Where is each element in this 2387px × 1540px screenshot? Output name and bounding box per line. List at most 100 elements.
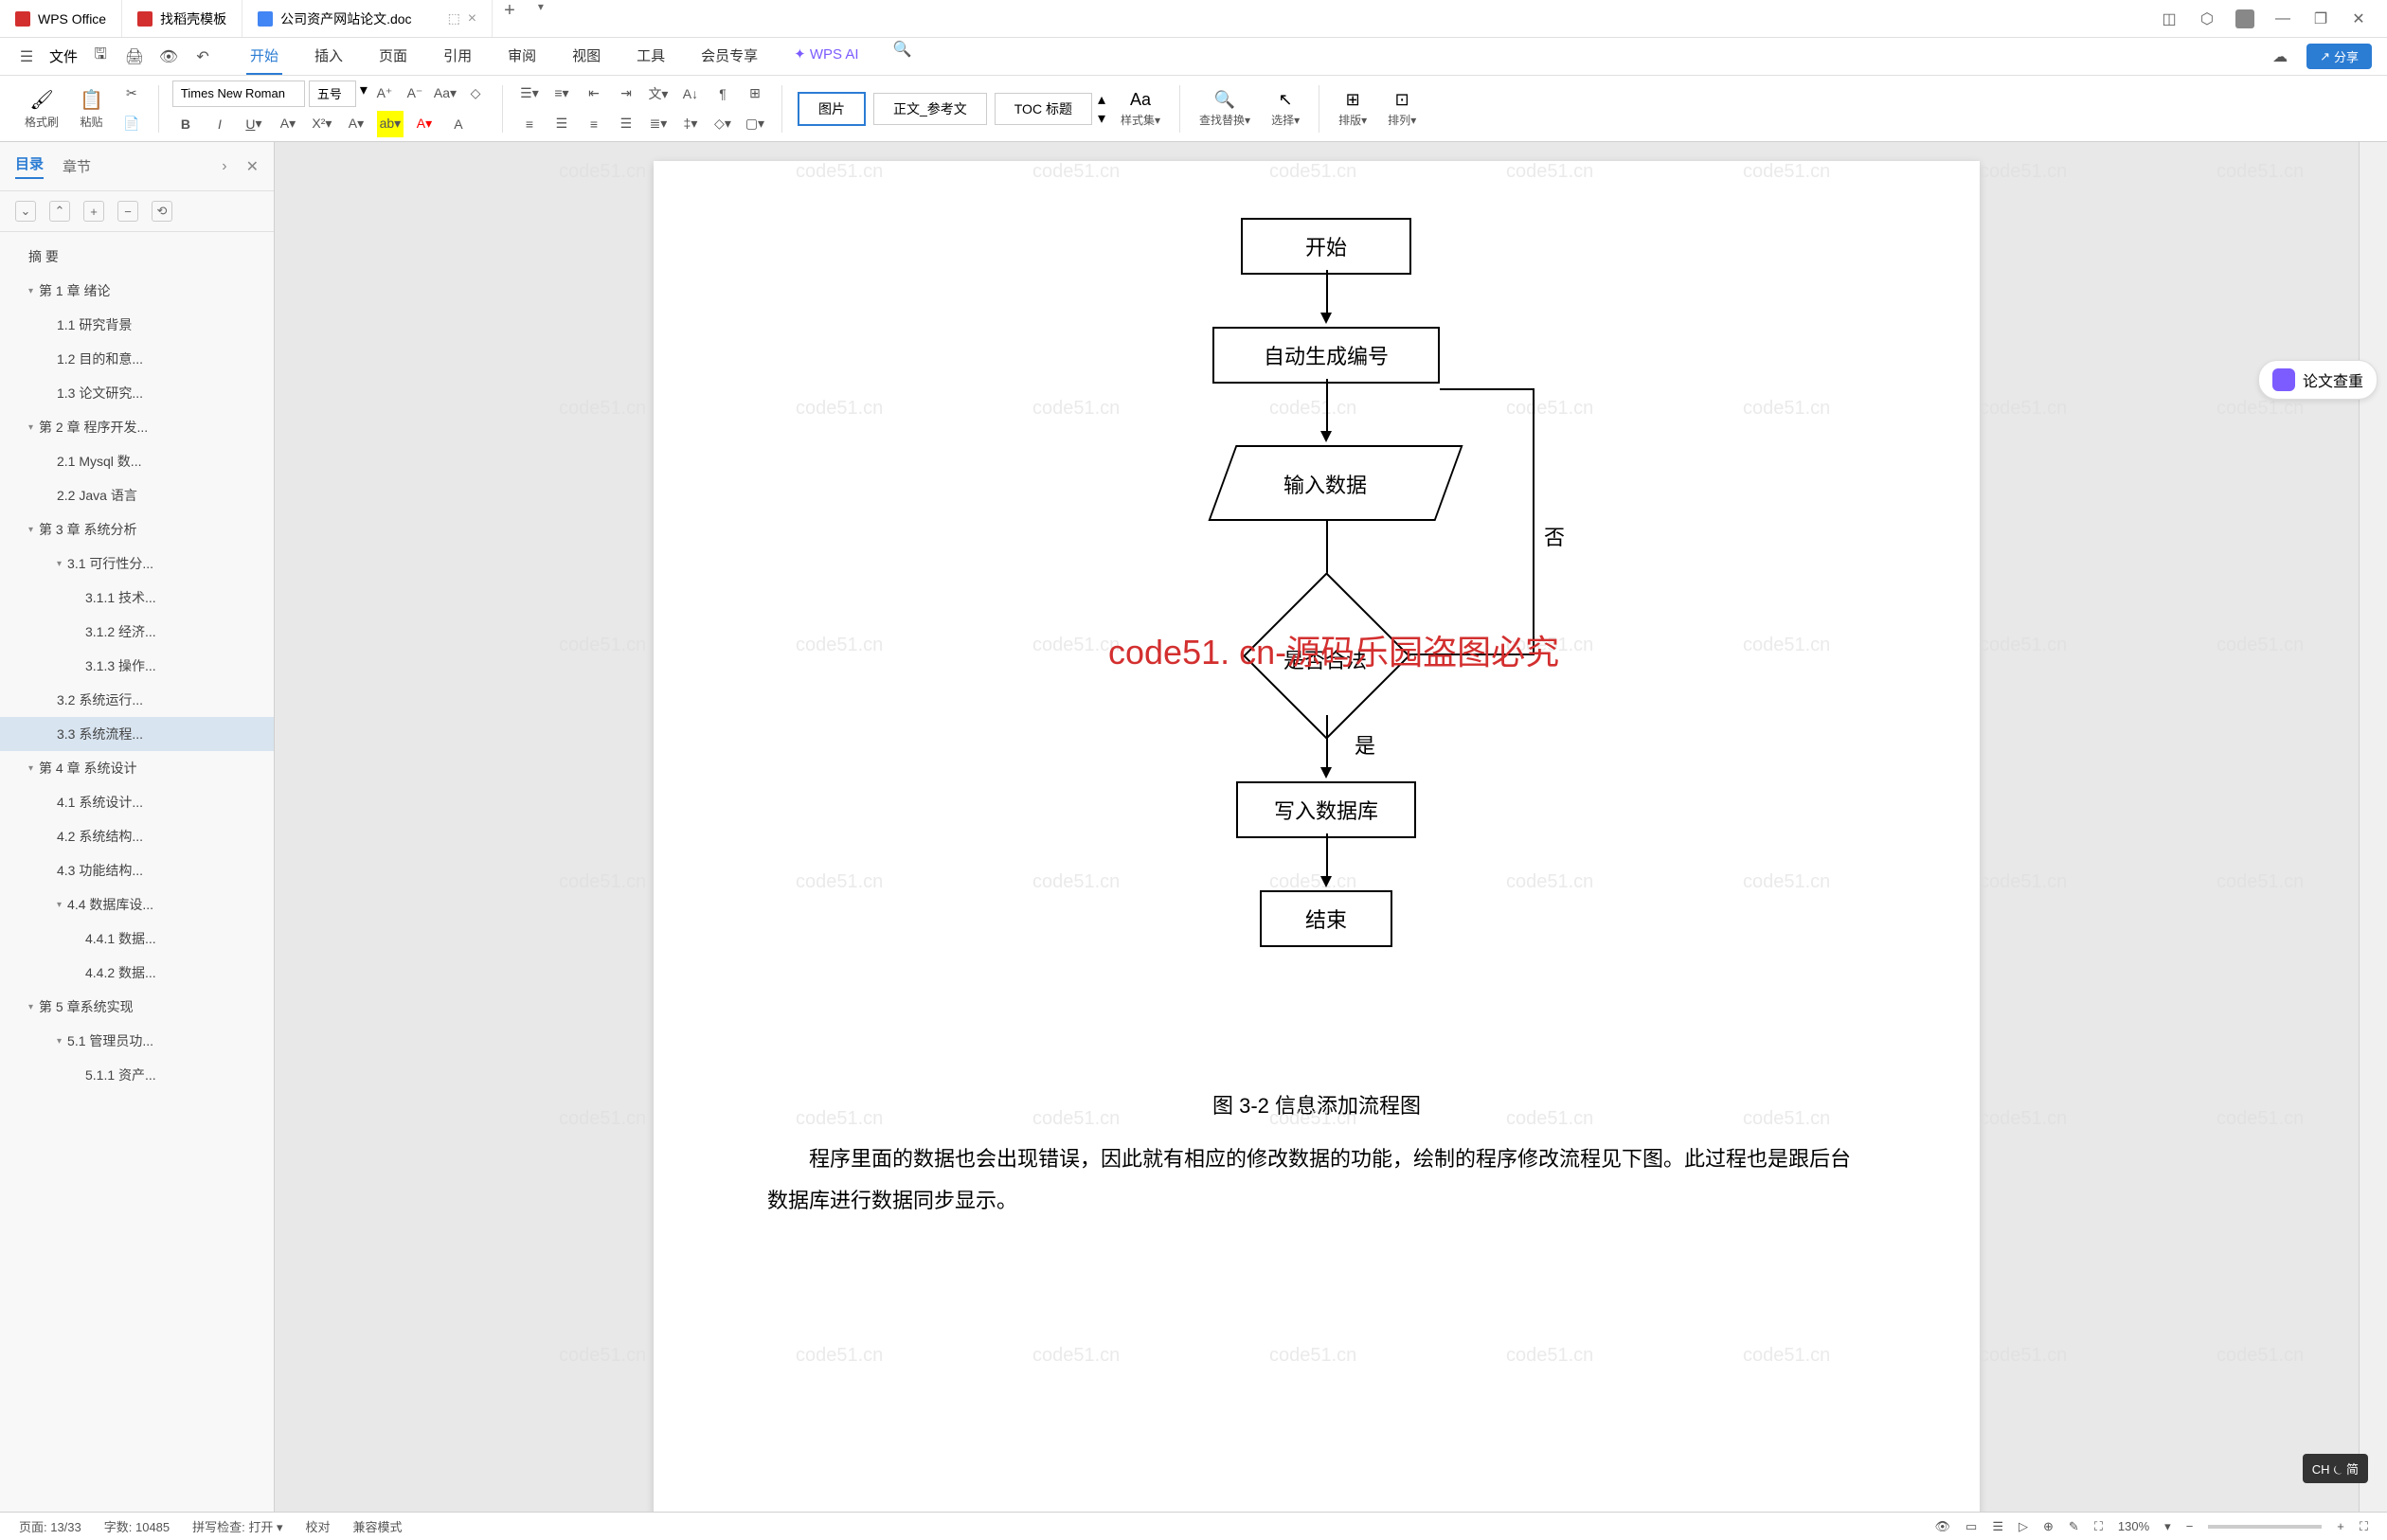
tab-templates[interactable]: 找稻壳模板 — [122, 0, 242, 37]
outline-item[interactable]: 3.1.3 操作... — [0, 649, 274, 683]
view-read-icon[interactable]: ▷ — [2019, 1519, 2028, 1534]
outline-item[interactable]: 1.1 研究背景 — [0, 308, 274, 342]
outline-item[interactable]: 4.4.2 数据... — [0, 956, 274, 990]
underline-icon[interactable]: U▾ — [241, 111, 267, 137]
font-size-select[interactable] — [309, 81, 356, 107]
chevron-down-icon[interactable]: ▾ — [28, 286, 33, 296]
shading-icon[interactable]: ◇▾ — [709, 111, 736, 137]
outline-item[interactable]: ▾第 4 章 系统设计 — [0, 751, 274, 785]
style-body-ref[interactable]: 正文_参考文 — [873, 93, 987, 125]
globe-icon[interactable]: ⊕ — [2043, 1519, 2054, 1534]
chevron-down-icon[interactable]: ▾ — [28, 422, 33, 433]
copy-icon[interactable]: 📄 — [118, 111, 145, 137]
chevron-down-icon[interactable]: ▾ — [28, 763, 33, 774]
outline-item[interactable]: 2.1 Mysql 数... — [0, 444, 274, 478]
sort-icon[interactable]: A↓ — [677, 81, 704, 107]
bold-icon[interactable]: B — [172, 111, 199, 137]
status-spell[interactable]: 拼写检查: 打开 ▾ — [192, 1517, 282, 1535]
add-tab-button[interactable]: + — [493, 0, 527, 37]
close-sidebar-icon[interactable]: ✕ — [246, 157, 259, 176]
tab-icon[interactable]: ⊞ — [742, 81, 768, 107]
close-icon[interactable]: × — [468, 10, 476, 27]
search-icon[interactable]: 🔍 — [891, 38, 914, 61]
char-border-icon[interactable]: A — [445, 111, 472, 137]
tab-insert[interactable]: 插入 — [311, 38, 347, 75]
zoom-value[interactable]: 130% — [2118, 1519, 2149, 1533]
add-icon[interactable]: + — [83, 201, 104, 222]
line-spacing-icon[interactable]: ‡▾ — [677, 111, 704, 137]
superscript-icon[interactable]: X²▾ — [309, 111, 335, 137]
pencil-icon[interactable]: ✎ — [2069, 1519, 2079, 1534]
minimize-icon[interactable]: — — [2273, 9, 2292, 28]
chevron-down-icon[interactable]: ▾ — [57, 1036, 62, 1047]
outline-item[interactable]: 摘 要 — [0, 240, 274, 274]
highlight-icon[interactable]: ab▾ — [377, 111, 404, 137]
outline-item[interactable]: ▾第 5 章系统实现 — [0, 990, 274, 1024]
find-replace-group[interactable]: 🔍 查找替换▾ — [1194, 90, 1256, 128]
outline-item[interactable]: 1.3 论文研究... — [0, 376, 274, 410]
file-menu[interactable]: 文件 — [49, 46, 78, 66]
size-dropdown-icon[interactable]: ▾ — [360, 81, 368, 107]
ime-indicator[interactable]: CH ⏾ 简 — [2303, 1454, 2368, 1483]
cube-icon[interactable]: ⬡ — [2198, 9, 2216, 28]
outline-item[interactable]: ▾5.1 管理员功... — [0, 1024, 274, 1058]
distribute-icon[interactable]: ≣▾ — [645, 111, 672, 137]
tab-dropdown-icon[interactable]: ▾ — [527, 0, 555, 37]
italic-icon[interactable]: I — [206, 111, 233, 137]
arrange-group[interactable]: ⊞ 排版▾ — [1333, 90, 1373, 128]
bullet-list-icon[interactable]: ☰▾ — [516, 81, 543, 107]
zoom-in-icon[interactable]: + — [2337, 1519, 2344, 1533]
outline-item[interactable]: ▾第 3 章 系统分析 — [0, 512, 274, 546]
border-icon[interactable]: ▢▾ — [742, 111, 768, 137]
outline-item[interactable]: 3.3 系统流程... — [0, 717, 274, 751]
maximize-icon[interactable]: ❐ — [2311, 9, 2330, 28]
text-effect-icon[interactable]: A▾ — [343, 111, 369, 137]
increase-font-icon[interactable]: A⁺ — [371, 81, 398, 107]
align-center-icon[interactable]: ☰ — [548, 111, 575, 137]
cloud-icon[interactable]: ☁ — [2269, 45, 2291, 68]
collapse-up-icon[interactable]: ⌃ — [49, 201, 70, 222]
wps-ai[interactable]: ✦ WPS AI — [790, 38, 862, 75]
outline-item[interactable]: 5.1.1 资产... — [0, 1058, 274, 1092]
number-list-icon[interactable]: ≡▾ — [548, 81, 575, 107]
window-tab-icon[interactable]: ◫ — [2160, 9, 2179, 28]
outline-item[interactable]: 3.2 系统运行... — [0, 683, 274, 717]
style-set-group[interactable]: Aa 样式集▾ — [1115, 90, 1166, 128]
status-page[interactable]: 页面: 13/33 — [19, 1517, 81, 1535]
focus-icon[interactable]: ⛶ — [2094, 1519, 2103, 1534]
outline-item[interactable]: ▾第 2 章 程序开发... — [0, 410, 274, 444]
chevron-right-icon[interactable]: › — [222, 158, 226, 175]
outline-item[interactable]: ▾第 1 章 绪论 — [0, 274, 274, 308]
status-proof[interactable]: 校对 — [306, 1517, 331, 1535]
undo-icon[interactable]: ↶ — [191, 45, 214, 68]
view-outline-icon[interactable]: ☰ — [1992, 1519, 2003, 1534]
outline-item[interactable]: 3.1.1 技术... — [0, 581, 274, 615]
outline-item[interactable]: 4.2 系统结构... — [0, 819, 274, 853]
chevron-down-icon[interactable]: ▾ — [28, 1002, 33, 1012]
preview-icon[interactable]: 👁 — [157, 45, 180, 68]
outline-item[interactable]: ▾4.4 数据库设... — [0, 887, 274, 922]
chevron-down-icon[interactable]: ▾ — [57, 559, 62, 569]
align-group[interactable]: ⊡ 排列▾ — [1382, 90, 1422, 128]
tab-tools[interactable]: 工具 — [633, 38, 669, 75]
show-marks-icon[interactable]: ¶ — [709, 81, 736, 107]
outline-item[interactable]: 1.2 目的和意... — [0, 342, 274, 376]
tab-document[interactable]: 公司资产网站论文.doc ⬚ × — [242, 0, 493, 37]
font-color-icon[interactable]: A▾ — [411, 111, 438, 137]
print-icon[interactable]: 🖨 — [123, 45, 146, 68]
remove-icon[interactable]: − — [117, 201, 138, 222]
tab-view[interactable]: 视图 — [568, 38, 604, 75]
style-down-icon[interactable]: ▾ — [1098, 109, 1105, 128]
paper-check-pill[interactable]: 论文查重 — [2258, 360, 2378, 400]
strikethrough-icon[interactable]: A▾ — [275, 111, 301, 137]
status-words[interactable]: 字数: 10485 — [104, 1517, 170, 1535]
select-group[interactable]: ↖ 选择▾ — [1265, 90, 1305, 128]
zoom-dropdown-icon[interactable]: ▾ — [2164, 1519, 2171, 1534]
decrease-font-icon[interactable]: A⁻ — [402, 81, 428, 107]
eye-icon[interactable]: 👁 — [1935, 1519, 1951, 1534]
increase-indent-icon[interactable]: ⇥ — [613, 81, 639, 107]
document-area[interactable]: code51.cncode51.cncode51.cncode51.cncode… — [275, 142, 2359, 1512]
tab-reference[interactable]: 引用 — [440, 38, 476, 75]
cut-icon[interactable]: ✂ — [118, 81, 145, 107]
outline-item[interactable]: 2.2 Java 语言 — [0, 478, 274, 512]
